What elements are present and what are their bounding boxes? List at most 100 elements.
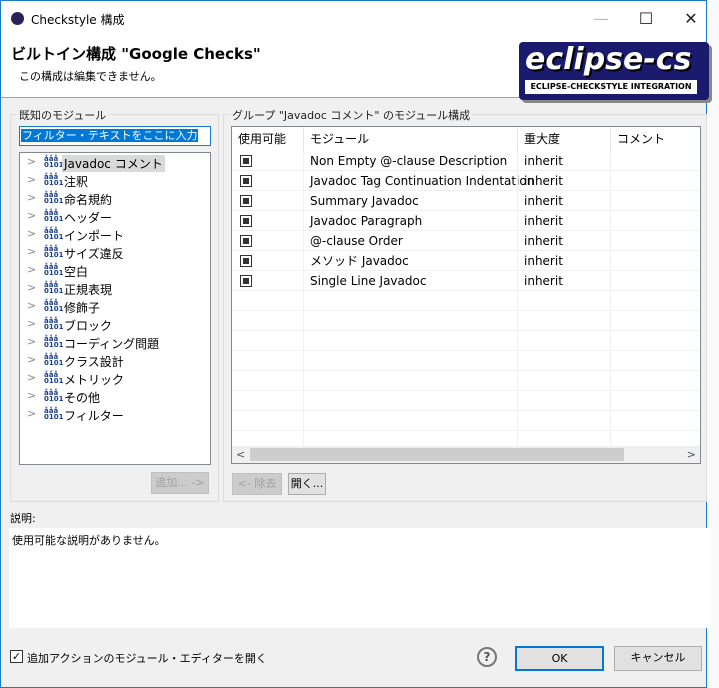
window-title: Checkstyle 構成 xyxy=(31,13,125,27)
module-group-icon: ååå 0101 xyxy=(44,407,64,421)
chevron-right-icon[interactable]: > xyxy=(27,317,36,330)
scroll-left-icon[interactable]: < xyxy=(236,446,245,463)
tree-item-label: ブロック xyxy=(64,319,113,333)
module-group-icon: ååå 0101 xyxy=(44,299,64,313)
comment-cell xyxy=(611,271,617,291)
enabled-checkbox[interactable] xyxy=(240,175,252,187)
checkstyle-config-dialog: Checkstyle 構成 — ☐ ✕ ビルトイン構成 "Google Chec… xyxy=(0,0,711,688)
chevron-right-icon[interactable]: > xyxy=(27,353,36,366)
comment-cell xyxy=(611,151,617,171)
column-header-comment[interactable]: コメント xyxy=(611,127,700,151)
severity-cell: inherit xyxy=(524,234,563,248)
enabled-checkbox[interactable] xyxy=(240,215,252,227)
module-group-icon: ååå 0101 xyxy=(44,353,64,367)
tree-item-label: サイズ違反 xyxy=(64,247,124,261)
dialog-header: ビルトイン構成 "Google Checks" この構成は編集できません。 ec… xyxy=(1,36,709,100)
chevron-right-icon[interactable]: > xyxy=(27,389,36,402)
tree-item[interactable]: > ååå 0101 修飾子 xyxy=(20,298,210,316)
enabled-checkbox[interactable] xyxy=(240,155,252,167)
column-header-enabled[interactable]: 使用可能 xyxy=(232,127,304,151)
cancel-button[interactable]: キャンセル xyxy=(614,646,702,671)
severity-cell: inherit xyxy=(524,194,563,208)
tree-item-label: インポート xyxy=(64,229,125,243)
tree-item[interactable]: > ååå 0101 その他 xyxy=(20,388,210,406)
tree-item-label: メトリック xyxy=(64,373,125,387)
module-cell: Single Line Javadoc xyxy=(310,274,427,288)
tree-item[interactable]: > ååå 0101 命名規約 xyxy=(20,190,210,208)
tree-item[interactable]: > ååå 0101 空白 xyxy=(20,262,210,280)
tree-item-label: フィルター xyxy=(64,409,124,423)
enabled-checkbox[interactable] xyxy=(240,275,252,287)
module-group-icon: ååå 0101 xyxy=(44,245,64,259)
chevron-right-icon[interactable]: > xyxy=(27,191,36,204)
module-cell: Summary Javadoc xyxy=(310,194,419,208)
tree-item[interactable]: > ååå 0101 インポート xyxy=(20,226,210,244)
comment-cell xyxy=(611,191,617,211)
tree-item-label: 空白 xyxy=(64,265,89,279)
comment-cell xyxy=(611,251,617,271)
tree-item-label: 修飾子 xyxy=(64,301,101,315)
chevron-right-icon[interactable]: > xyxy=(27,155,36,168)
enabled-checkbox[interactable] xyxy=(240,255,252,267)
module-group-icon: ååå 0101 xyxy=(44,389,64,403)
page-subtitle: この構成は編集できません。 xyxy=(19,70,162,83)
comment-cell xyxy=(611,231,617,251)
remove-button[interactable]: <- 除去 xyxy=(232,473,282,495)
column-header-module[interactable]: モジュール xyxy=(304,127,518,151)
severity-cell: inherit xyxy=(524,254,563,268)
module-group-icon: ååå 0101 xyxy=(44,227,64,241)
tree-item[interactable]: > ååå 0101 クラス設計 xyxy=(20,352,210,370)
description-text: 使用可能な説明がありません。 xyxy=(9,528,711,628)
module-group-icon: ååå 0101 xyxy=(44,281,64,295)
scroll-right-icon[interactable]: > xyxy=(687,446,696,463)
open-button[interactable]: 開く... xyxy=(288,473,326,495)
column-header-severity[interactable]: 重大度 xyxy=(518,127,611,151)
chevron-right-icon[interactable]: > xyxy=(27,335,36,348)
module-tree[interactable]: > ååå 0101 Javadoc コメント > ååå 0101 注釈 > ååå 0101 命名… xyxy=(19,152,211,465)
close-button[interactable]: ✕ xyxy=(671,7,711,31)
tree-item[interactable]: > ååå 0101 メトリック xyxy=(20,370,210,388)
scrollbar-thumb[interactable] xyxy=(250,448,624,461)
tree-item[interactable]: > ååå 0101 コーディング問題 xyxy=(20,334,210,352)
chevron-right-icon[interactable]: > xyxy=(27,371,36,384)
filter-input[interactable]: フィルター・テキストをここに入力 xyxy=(19,126,211,146)
enabled-checkbox[interactable] xyxy=(240,235,252,247)
minimize-button[interactable]: — xyxy=(581,7,621,31)
chevron-right-icon[interactable]: > xyxy=(27,173,36,186)
tree-item-label: ヘッダー xyxy=(64,211,113,225)
chevron-right-icon[interactable]: > xyxy=(27,227,36,240)
chevron-right-icon[interactable]: > xyxy=(27,263,36,276)
chevron-right-icon[interactable]: > xyxy=(27,245,36,258)
ok-button[interactable]: OK xyxy=(515,646,604,671)
maximize-button[interactable]: ☐ xyxy=(626,7,666,31)
tree-item-label: 命名規約 xyxy=(64,193,113,207)
chevron-right-icon[interactable]: > xyxy=(27,281,36,294)
module-group-icon: ååå 0101 xyxy=(44,209,64,223)
tree-item[interactable]: > ååå 0101 サイズ違反 xyxy=(20,244,210,262)
tree-item-label: 注釈 xyxy=(64,175,89,189)
tree-item[interactable]: > ååå 0101 フィルター xyxy=(20,406,210,424)
chevron-right-icon[interactable]: > xyxy=(27,209,36,222)
tree-item[interactable]: > ååå 0101 ヘッダー xyxy=(20,208,210,226)
tree-item[interactable]: > ååå 0101 ブロック xyxy=(20,316,210,334)
help-icon[interactable]: ? xyxy=(477,647,497,667)
enabled-checkbox[interactable] xyxy=(240,195,252,207)
tree-item[interactable]: > ååå 0101 正規表現 xyxy=(20,280,210,298)
module-group-icon: ååå 0101 xyxy=(44,155,64,169)
configured-modules-label: グループ "Javadoc コメント" のモジュール構成 xyxy=(230,107,473,123)
page-title: ビルトイン構成 "Google Checks" xyxy=(11,45,261,63)
module-group-icon: ååå 0101 xyxy=(44,317,64,331)
tree-item[interactable]: > ååå 0101 注釈 xyxy=(20,172,210,190)
severity-cell: inherit xyxy=(524,274,563,288)
add-button[interactable]: 追加... -> xyxy=(151,472,209,494)
tree-item[interactable]: > ååå 0101 Javadoc コメント xyxy=(20,154,210,172)
chevron-right-icon[interactable]: > xyxy=(27,407,36,420)
module-cell: Javadoc Paragraph xyxy=(310,214,423,228)
severity-cell: inherit xyxy=(524,214,563,228)
open-editor-checkbox[interactable]: ✓ xyxy=(10,650,23,663)
comment-cell xyxy=(611,171,617,191)
module-cell: Non Empty @-clause Description xyxy=(310,154,508,168)
open-editor-label[interactable]: 追加アクションのモジュール・エディターを開く xyxy=(27,650,267,666)
horizontal-scrollbar[interactable]: < > xyxy=(232,446,700,463)
chevron-right-icon[interactable]: > xyxy=(27,299,36,312)
